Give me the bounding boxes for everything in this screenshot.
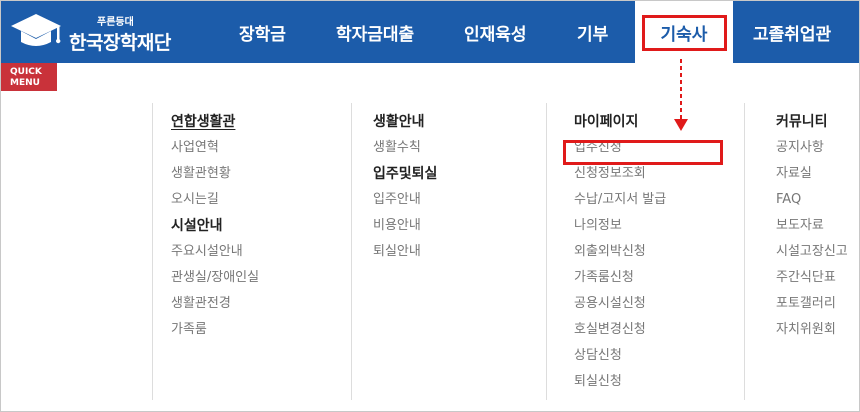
menu-column-living-guide: 생활안내 생활수칙 입주및퇴실 입주안내 비용안내 퇴실안내 — [373, 109, 437, 265]
menu-divider — [351, 103, 352, 400]
menu-item[interactable]: FAQ — [776, 187, 848, 213]
menu-item[interactable]: 자료실 — [776, 161, 848, 187]
nav-talent-development[interactable]: 인재육성 — [464, 1, 527, 63]
logo-title: 한국장학재단 — [69, 32, 171, 54]
menu-item[interactable]: 시설고장신고 — [776, 239, 848, 265]
menu-item[interactable]: 입주안내 — [373, 187, 437, 213]
quick-menu-line1: QUICK — [10, 67, 42, 77]
menu-item[interactable]: 주간식단표 — [776, 265, 848, 291]
menu-heading-my-page[interactable]: 마이페이지 — [574, 109, 666, 135]
menu-item[interactable]: 보도자료 — [776, 213, 848, 239]
menu-heading-living-guide[interactable]: 생활안내 — [373, 109, 437, 135]
dashed-arrow-down-icon — [674, 59, 688, 131]
menu-item[interactable]: 호실변경신청 — [574, 317, 666, 343]
menu-item[interactable]: 퇴실신청 — [574, 369, 666, 395]
menu-item[interactable]: 관생실/장애인실 — [171, 265, 259, 291]
menu-item[interactable]: 외출외박신청 — [574, 239, 666, 265]
menu-item[interactable]: 생활수칙 — [373, 135, 437, 161]
menu-divider — [546, 103, 547, 400]
menu-heading-joint-dorm[interactable]: 연합생활관 — [171, 109, 259, 135]
menu-item[interactable]: 생활관현황 — [171, 161, 259, 187]
menu-item[interactable]: 나의정보 — [574, 213, 666, 239]
nav-donation[interactable]: 기부 — [577, 1, 608, 63]
logo-subtitle: 푸른등대 — [97, 17, 134, 28]
menu-item[interactable]: 수납/고지서 발급 — [574, 187, 666, 213]
logo-text: 푸른등대 한국장학재단 — [69, 13, 171, 55]
site-logo[interactable]: 푸른등대 한국장학재단 — [9, 7, 209, 57]
nav-student-loan[interactable]: 학자금대출 — [336, 1, 414, 63]
top-header: 푸른등대 한국장학재단 장학금 학자금대출 인재육성 기부 기숙사 고졸취업관 — [1, 1, 859, 63]
menu-heading-facility-info[interactable]: 시설안내 — [171, 213, 259, 239]
menu-item[interactable]: 공용시설신청 — [574, 291, 666, 317]
nav-highschool-jobs[interactable]: 고졸취업관 — [753, 1, 831, 63]
menu-heading-community[interactable]: 커뮤니티 — [776, 109, 848, 135]
menu-item[interactable]: 포토갤러리 — [776, 291, 848, 317]
menu-item[interactable]: 가족룸 — [171, 317, 259, 343]
menu-column-community: 커뮤니티 공지사항 자료실 FAQ 보도자료 시설고장신고 주간식단표 포토갤러… — [776, 109, 848, 343]
move-in-application-highlight-box — [563, 140, 723, 165]
menu-divider — [152, 103, 153, 400]
menu-item[interactable]: 생활관전경 — [171, 291, 259, 317]
menu-item[interactable]: 자치위원회 — [776, 317, 848, 343]
menu-item[interactable]: 가족룸신청 — [574, 265, 666, 291]
menu-column-dormitory-info: 연합생활관 사업연혁 생활관현황 오시는길 시설안내 주요시설안내 관생실/장애… — [171, 109, 259, 343]
menu-item[interactable]: 공지사항 — [776, 135, 848, 161]
menu-item[interactable]: 퇴실안내 — [373, 239, 437, 265]
menu-item[interactable]: 주요시설안내 — [171, 239, 259, 265]
graduation-cap-logo-icon — [11, 14, 61, 46]
menu-item[interactable]: 비용안내 — [373, 213, 437, 239]
menu-divider — [744, 103, 745, 400]
menu-item[interactable]: 상담신청 — [574, 343, 666, 369]
nav-dormitory-highlight-box — [642, 15, 727, 51]
nav-scholarship[interactable]: 장학금 — [239, 1, 286, 63]
quick-menu-button[interactable]: QUICK MENU — [1, 63, 57, 91]
menu-heading-move-in-out[interactable]: 입주및퇴실 — [373, 161, 437, 187]
quick-menu-line2: MENU — [10, 78, 40, 88]
menu-item[interactable]: 사업연혁 — [171, 135, 259, 161]
menu-item[interactable]: 오시는길 — [171, 187, 259, 213]
